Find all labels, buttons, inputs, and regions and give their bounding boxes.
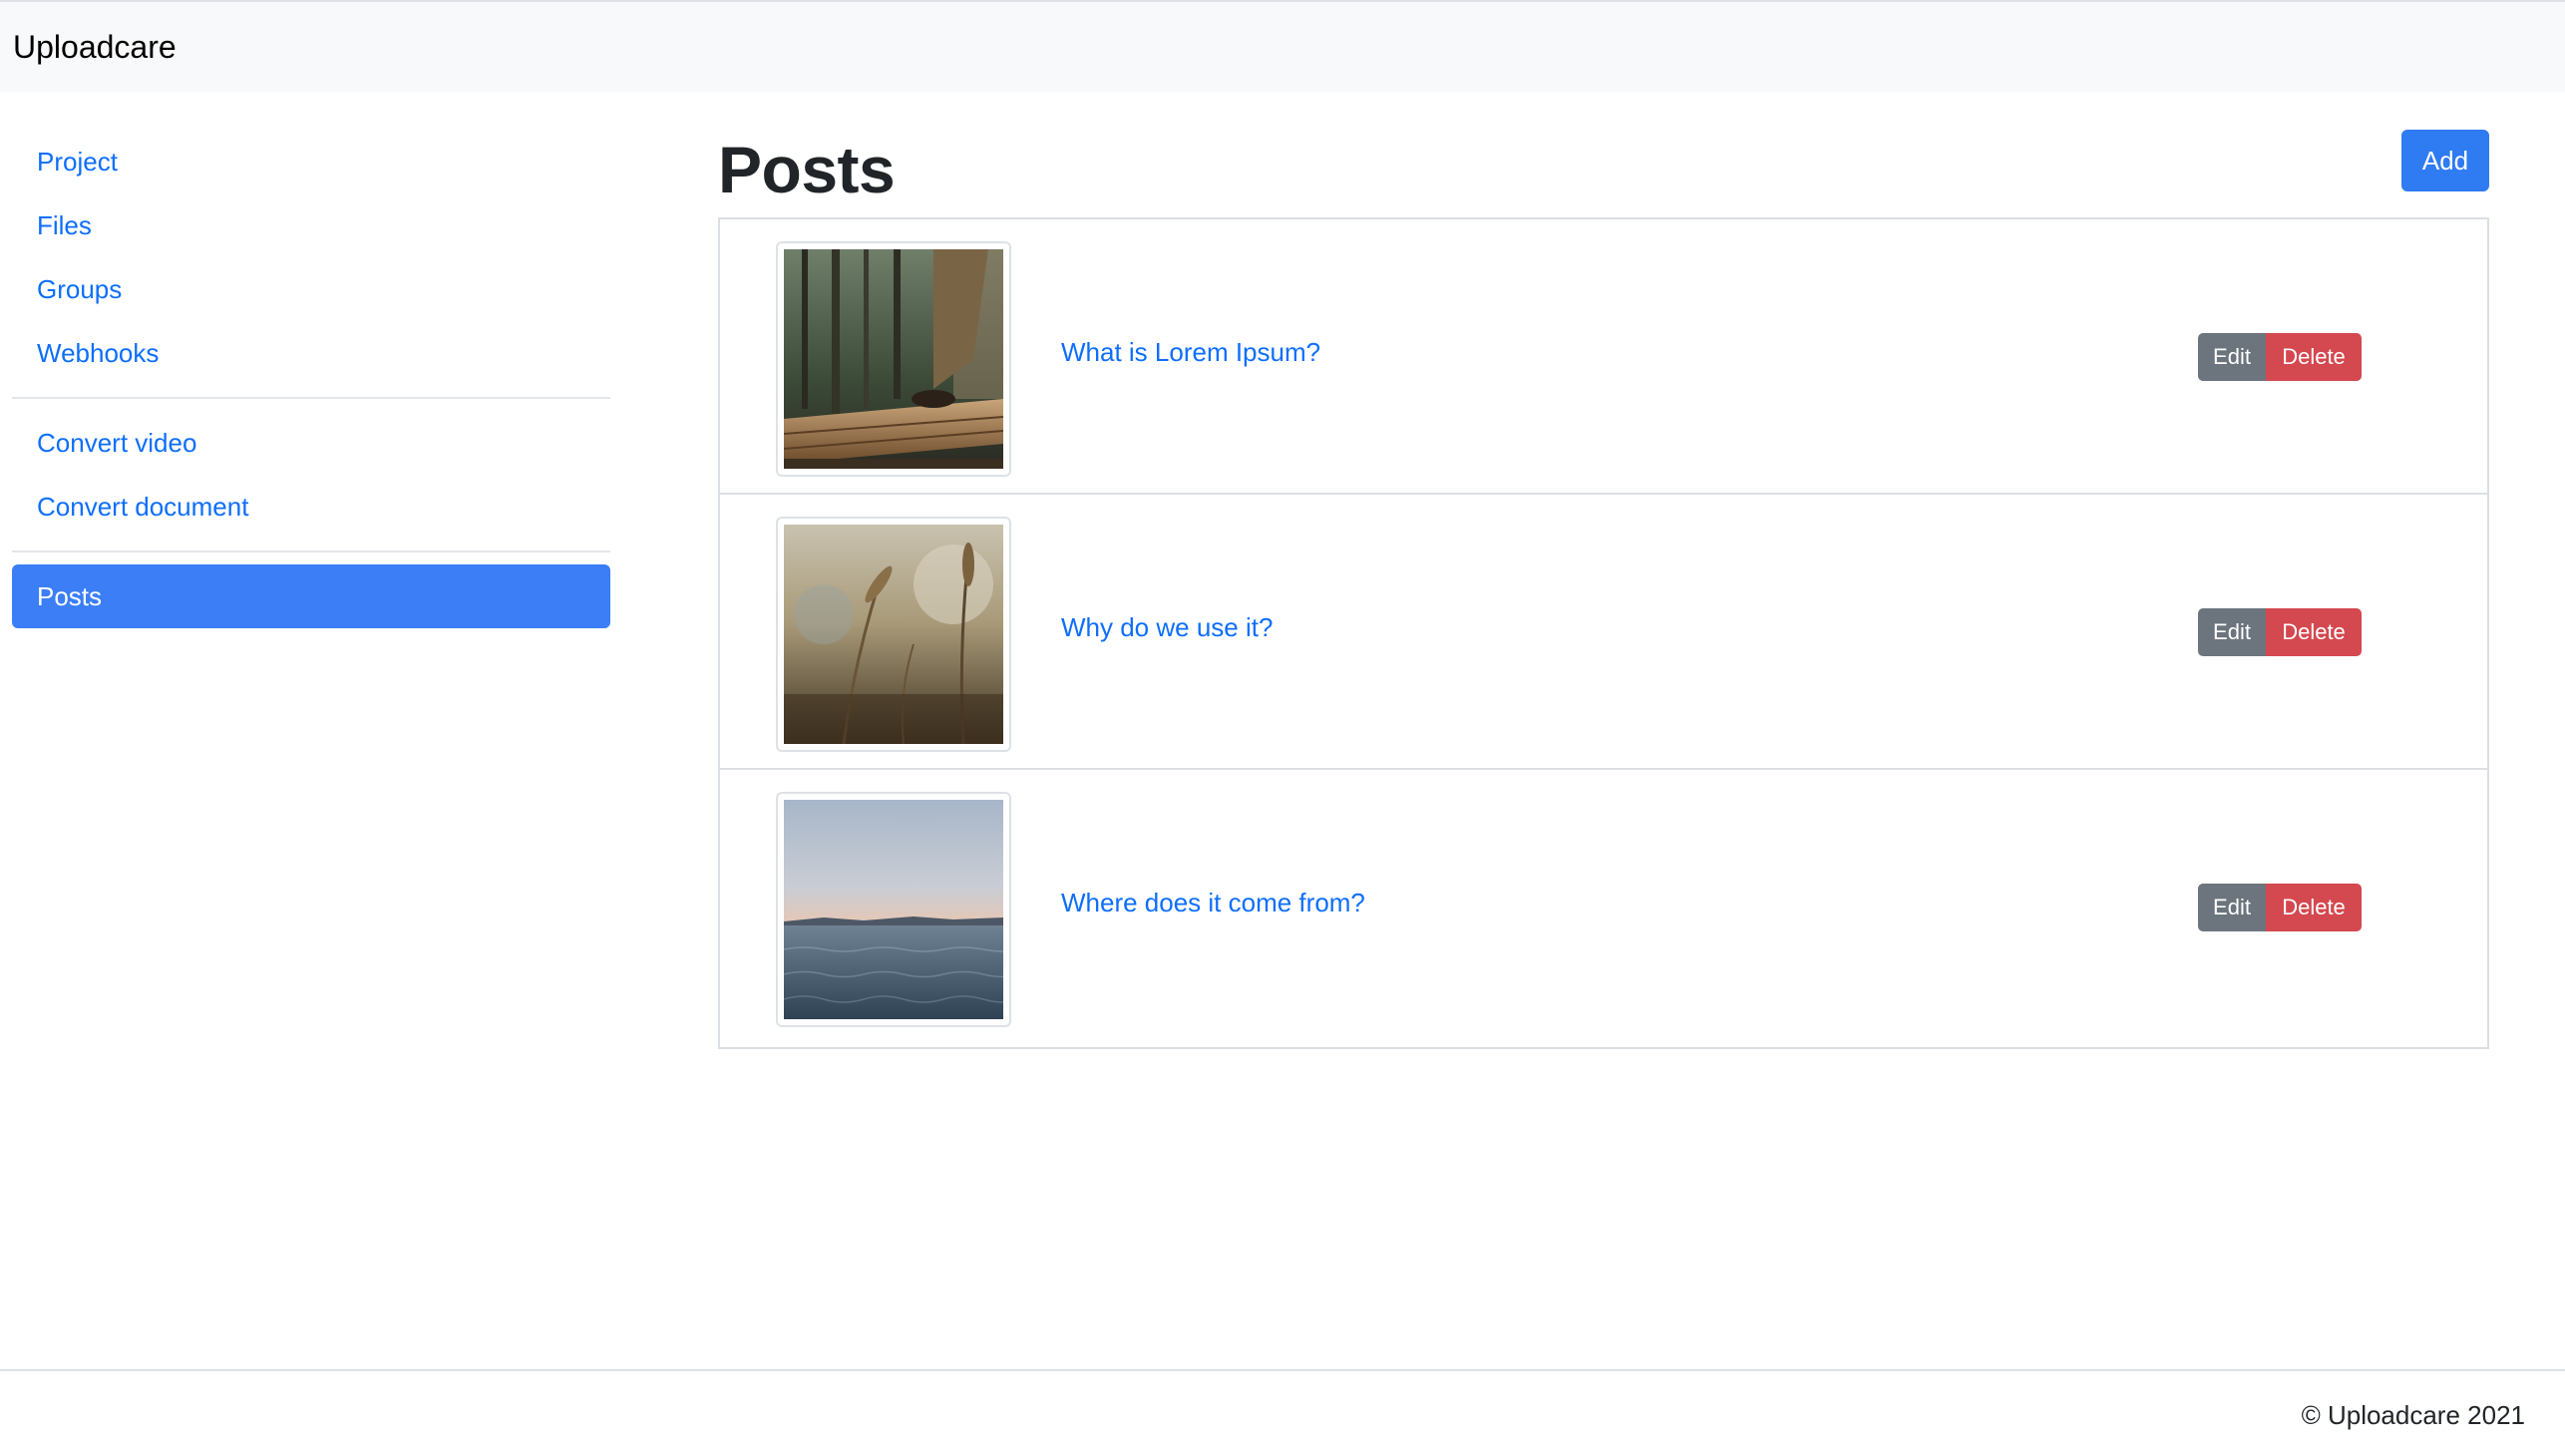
post-title-link[interactable]: Where does it come from?	[1061, 888, 1365, 918]
sidebar-item-webhooks[interactable]: Webhooks	[12, 321, 610, 385]
forest-boardwalk-photo	[784, 249, 1003, 469]
delete-button[interactable]: Delete	[2266, 884, 2362, 931]
post-title-link[interactable]: Why do we use it?	[1061, 612, 1273, 643]
sidebar-item-groups[interactable]: Groups	[12, 257, 610, 321]
sidebar-divider	[12, 550, 610, 552]
edit-button[interactable]: Edit	[2198, 884, 2266, 931]
edit-button[interactable]: Edit	[2198, 608, 2266, 656]
post-thumbnail[interactable]	[776, 517, 1011, 752]
sidebar-item-project[interactable]: Project	[12, 130, 610, 193]
post-actions: Edit Delete	[2198, 884, 2362, 931]
footer-divider	[0, 1369, 2565, 1371]
post-thumbnail[interactable]	[776, 792, 1011, 1027]
post-thumbnail[interactable]	[776, 241, 1011, 477]
footer-copyright: © Uploadcare 2021	[2301, 1400, 2525, 1430]
wheat-grass-photo	[784, 525, 1003, 744]
delete-button[interactable]: Delete	[2266, 608, 2362, 656]
add-post-button[interactable]: Add	[2401, 130, 2489, 191]
sidebar-item-convert-video[interactable]: Convert video	[12, 411, 610, 475]
delete-button[interactable]: Delete	[2266, 333, 2362, 381]
top-navbar: Uploadcare	[0, 0, 2565, 92]
sea-horizon-photo	[784, 800, 1003, 1019]
post-list: What is Lorem Ipsum? Edit Delete Why do …	[718, 217, 2489, 1049]
post-actions: Edit Delete	[2198, 608, 2362, 656]
sidebar-item-posts[interactable]: Posts	[12, 564, 610, 628]
edit-button[interactable]: Edit	[2198, 333, 2266, 381]
page-title: Posts	[718, 133, 896, 206]
post-row: Why do we use it? Edit Delete	[720, 495, 2487, 770]
sidebar-item-convert-document[interactable]: Convert document	[12, 475, 610, 539]
sidebar-divider	[12, 397, 610, 399]
brand-link[interactable]: Uploadcare	[13, 29, 177, 66]
post-title-link[interactable]: What is Lorem Ipsum?	[1061, 337, 1320, 368]
post-row: Where does it come from? Edit Delete	[720, 770, 2487, 1047]
post-actions: Edit Delete	[2198, 333, 2362, 381]
sidebar-item-files[interactable]: Files	[12, 193, 610, 257]
sidebar: Project Files Groups Webhooks Convert vi…	[12, 130, 610, 628]
post-row: What is Lorem Ipsum? Edit Delete	[720, 219, 2487, 495]
